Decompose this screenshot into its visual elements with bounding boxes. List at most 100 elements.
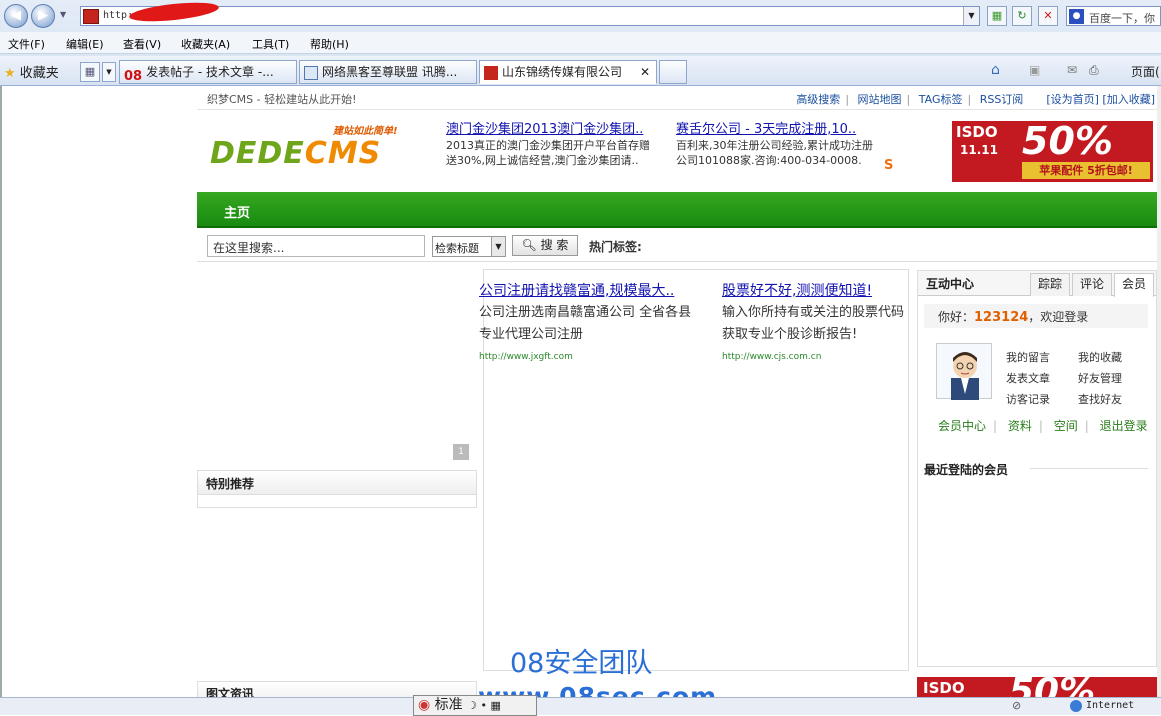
ime-mode: 标准	[434, 697, 463, 713]
tab-shandong-media[interactable]: 山东锦绣传媒有限公司 ✕	[479, 60, 657, 84]
username: 123124	[974, 310, 1029, 325]
avatar-icon	[951, 352, 979, 400]
page-menu[interactable]: 页面(	[1131, 63, 1160, 80]
ime-moon-icon: ☽ • ▦	[467, 699, 501, 712]
refresh-icon[interactable]: ↻	[1012, 6, 1032, 26]
ad-title[interactable]: 股票好不好,测测便知道!	[722, 280, 910, 302]
link-my-messages[interactable]: 我的留言	[1006, 349, 1050, 365]
header-ad-1[interactable]: 澳门金沙集团2013澳门金沙集团.. 2013真正的澳门金沙集团开户平台首存赠 …	[446, 122, 668, 168]
security-zone: Internet	[1086, 700, 1135, 711]
ad-mark: S	[884, 158, 894, 173]
link-post-article[interactable]: 发表文章	[1006, 370, 1050, 386]
menu-file[interactable]: 文件(F)	[8, 36, 45, 52]
close-tab-icon[interactable]: ✕	[640, 61, 650, 83]
link-friend-manage[interactable]: 好友管理	[1078, 370, 1122, 386]
tab-tracks[interactable]: 踪踪	[1030, 273, 1070, 296]
link-member-center[interactable]: 会员中心	[938, 419, 986, 433]
page-icon	[304, 65, 318, 80]
banner-date: 11.11	[960, 143, 998, 157]
link-visitor-log[interactable]: 访客记录	[1006, 391, 1050, 407]
site-search-input[interactable]: 在这里搜索...	[207, 235, 425, 257]
link-tags[interactable]: TAG标签	[919, 93, 963, 106]
link-advanced-search[interactable]: 高级搜索	[796, 93, 840, 106]
scrollbar[interactable]	[1157, 86, 1161, 715]
search-row: 在这里搜索... 检索标题 ▼ 🔍︎ 搜 索 热门标签:	[197, 230, 1157, 262]
link-profile[interactable]: 资料	[1008, 419, 1032, 433]
link-space[interactable]: 空间	[1054, 419, 1078, 433]
hello-prefix: 你好：	[938, 310, 975, 324]
tab-comments[interactable]: 评论	[1072, 273, 1112, 296]
mail-icon[interactable]: ✉	[1067, 63, 1077, 77]
menu-tools[interactable]: 工具(T)	[252, 36, 289, 52]
home-icon[interactable]: ⌂	[991, 62, 1000, 78]
ad-text: 公司注册选南昌赣富通公司 全省各县	[479, 305, 692, 320]
banner-brand: ISDO	[923, 679, 965, 697]
ime-toolbar[interactable]: ◉ 标准 ☽ • ▦	[413, 695, 537, 716]
ad-text: 获取专业个股诊断报告!	[722, 327, 858, 342]
member-bottom-links: 会员中心 | 资料 | 空间 | 退出登录	[938, 419, 1148, 433]
ad-text: 公司101088家.咨询:400-034-0008.	[676, 154, 862, 167]
menu-view[interactable]: 查看(V)	[123, 36, 161, 52]
address-bar[interactable]: http:// .com/ ▼	[80, 0, 980, 26]
link-logout[interactable]: 退出登录	[1100, 419, 1148, 433]
back-button[interactable]: ◀	[4, 4, 28, 28]
avatar[interactable]	[936, 343, 992, 400]
tab-post-article[interactable]: 08 发表帖子 - 技术文章 -...	[119, 60, 297, 84]
menu-favorites[interactable]: 收藏夹(A)	[181, 36, 230, 52]
menu-bar: 文件(F) 编辑(E) 查看(V) 收藏夹(A) 工具(T) 帮助(H)	[0, 32, 1161, 54]
link-find-friends[interactable]: 查找好友	[1078, 391, 1122, 407]
feeds-icon[interactable]: ▣	[1029, 63, 1040, 77]
search-box[interactable]: ● 百度一下，你	[1066, 6, 1161, 26]
link-rss[interactable]: RSS订阅	[980, 93, 1024, 106]
top-links: 高级搜索 | 网站地图 | TAG标签 | RSS订阅 [设为首页] [加入收藏]	[796, 93, 1155, 106]
link-sitemap[interactable]: 网站地图	[858, 93, 902, 106]
slideshow-pager-button[interactable]: 1	[453, 444, 469, 460]
link-add-favorite[interactable]: [加入收藏]	[1102, 93, 1155, 106]
link-my-favorites[interactable]: 我的收藏	[1078, 349, 1122, 365]
baidu-paw-icon: ●	[1069, 9, 1084, 24]
center-ad-1[interactable]: 公司注册请找赣富通,规模最大.. 公司注册选南昌赣富通公司 全省各县 专业代理公…	[479, 280, 711, 368]
compatibility-view-icon[interactable]: ▦	[987, 6, 1007, 26]
banner-ad[interactable]: ISDO 11.11 50% 苹果配件 5折包邮!	[952, 121, 1153, 182]
search-button[interactable]: 🔍︎ 搜 索	[512, 235, 578, 256]
menu-help[interactable]: 帮助(H)	[310, 36, 349, 52]
ad-title[interactable]: 澳门金沙集团2013澳门金沙集团..	[446, 122, 668, 137]
favorites-button[interactable]: ★ 收藏夹	[4, 62, 59, 81]
ad-text: 送30%,网上诚信经营,澳门金沙集团请..	[446, 154, 639, 167]
center-ad-2[interactable]: 股票好不好,测测便知道! 输入你所持有或关注的股票代码 获取专业个股诊断报告! …	[722, 280, 910, 368]
link-set-homepage[interactable]: [设为首页]	[1046, 93, 1099, 106]
member-panel: 互动中心 踪踪 评论 会员 你好：123124，欢迎登录 我的留言 我的收藏 发…	[917, 270, 1157, 667]
top-bar: 织梦CMS - 轻松建站从此开始! 高级搜索 | 网站地图 | TAG标签 | RSS…	[197, 86, 1157, 110]
tab-hacker-union[interactable]: 网络黑客至尊联盟 讯腾...	[299, 60, 477, 84]
address-dropdown-icon[interactable]: ▼	[963, 7, 979, 25]
recent-members-title: 最近登陆的会员	[924, 463, 1009, 477]
search-input[interactable]: 百度一下，你	[1089, 10, 1155, 26]
banner-percent: 50%	[1022, 121, 1113, 163]
print-icon[interactable]: ⎙	[1089, 63, 1099, 78]
header-ad-2[interactable]: 赛舌尔公司 - 3天完成注册,10.. 百利来,30年注册公司经验,累计成功注册…	[676, 122, 894, 168]
menu-edit[interactable]: 编辑(E)	[66, 36, 104, 52]
search-type-select[interactable]: 检索标题 ▼	[432, 236, 506, 257]
main-nav: 主页	[197, 192, 1157, 228]
ad-text: 输入你所持有或关注的股票代码	[722, 305, 905, 320]
protected-mode-icon: ⊘	[1012, 699, 1022, 712]
nav-home[interactable]: 主页	[224, 202, 250, 221]
new-tab-button[interactable]	[659, 60, 687, 84]
tab-list-dropdown-icon[interactable]: ▼	[102, 62, 116, 82]
history-dropdown-icon[interactable]: ▼	[60, 10, 66, 19]
quick-tabs-icon[interactable]: ▦	[80, 62, 100, 82]
browser-chrome: ◀ ▶ ▼ http:// .com/ ▼ ▦ ↻ ✕ ● 百度一下，你 文件(…	[0, 0, 1161, 86]
site-slogan: 织梦CMS - 轻松建站从此开始!	[207, 93, 357, 106]
stop-icon[interactable]: ✕	[1038, 6, 1058, 26]
site-logo[interactable]: 建站如此简单! DEDECMS	[208, 122, 423, 178]
ad-title[interactable]: 赛舌尔公司 - 3天完成注册,10..	[676, 122, 894, 137]
tab-member[interactable]: 会员	[1114, 273, 1154, 297]
tab-label: 网络黑客至尊联盟 讯腾...	[322, 65, 458, 79]
forward-button[interactable]: ▶	[31, 4, 55, 28]
search-icon: 🔍︎	[521, 238, 537, 252]
status-bar: ◉ 标准 ☽ • ▦ ⊘ Internet	[0, 695, 1161, 716]
ad-text: 专业代理公司注册	[479, 327, 584, 342]
select-value: 检索标题	[435, 242, 479, 255]
ad-title[interactable]: 公司注册请找赣富通,规模最大..	[479, 280, 711, 302]
tab-label: 山东锦绣传媒有限公司	[502, 65, 623, 79]
